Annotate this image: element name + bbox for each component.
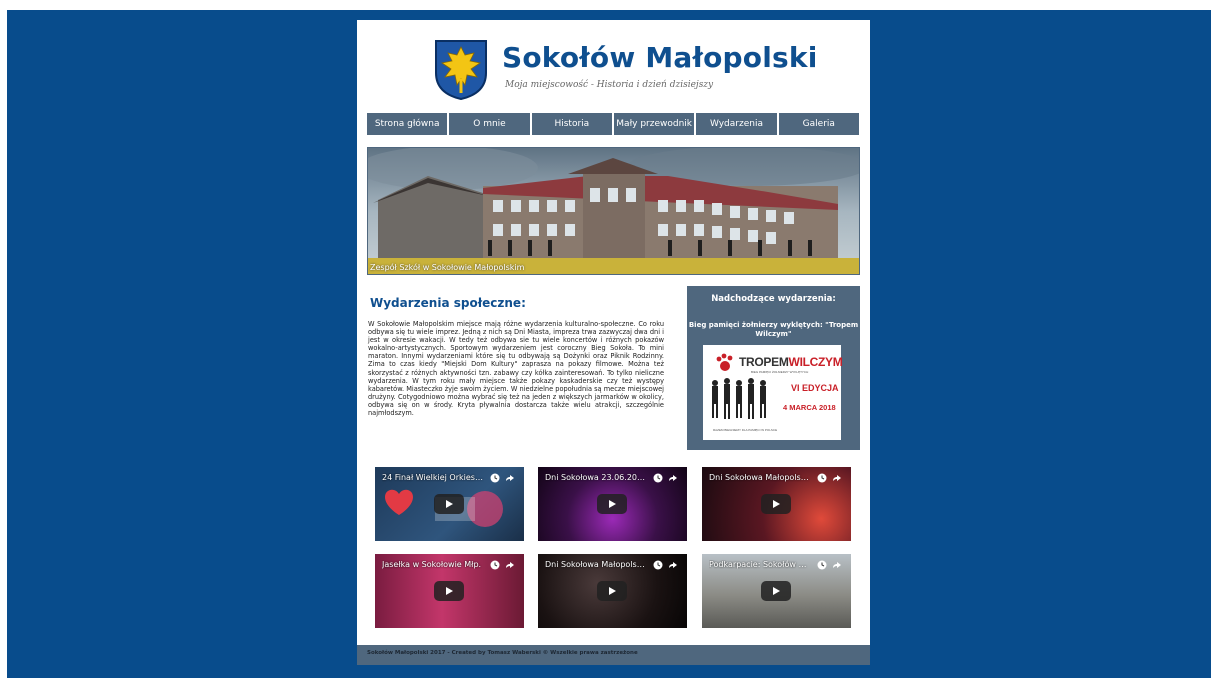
video-thumbnail[interactable]: Dni Sokołowa Małopolskiego [538, 554, 687, 628]
video-title: Dni Sokołowa 23.06.2017 [545, 473, 647, 482]
poster-edition: VI EDYCJA [791, 383, 839, 393]
banner-caption: Zespół Szkół w Sokołowie Małopolskim [370, 263, 525, 272]
video-thumbnail[interactable]: Jasełka w Sokołowie Młp. [375, 554, 524, 628]
video-title: Jasełka w Sokołowie Młp. [382, 560, 482, 569]
video-thumbnail[interactable]: Dni Sokołowa 23.06.2017 [538, 467, 687, 541]
play-icon[interactable] [434, 494, 464, 514]
watch-later-icon[interactable] [653, 473, 663, 483]
watch-later-icon[interactable] [490, 473, 500, 483]
upcoming-events-panel: Nadchodzące wydarzenia: Bieg pamięci żoł… [687, 286, 860, 450]
poster-date: 4 MARCA 2018 [783, 403, 836, 412]
play-icon[interactable] [434, 581, 464, 601]
poster-title: TROPEMWILCZYM [739, 355, 843, 369]
video-thumbnail[interactable]: Podkarpacie: Sokołów Młp. [702, 554, 851, 628]
school-banner-image: Zespół Szkół w Sokołowie Małopolskim [367, 147, 860, 275]
event-poster[interactable]: TROPEMWILCZYM BIEG PAMIĘCI ŻOŁNIERZY WYK… [703, 345, 843, 440]
video-thumbnail[interactable]: 24 Finał Wielkiej Orkiestry Świątecznej … [375, 467, 524, 541]
poster-subtitle: BIEG PAMIĘCI ŻOŁNIERZY WYKLĘTYCH [751, 370, 809, 374]
section-title: Wydarzenia społeczne: [370, 296, 526, 310]
nav-item-maly-przewodnik[interactable]: Mały przewodnik [613, 113, 695, 135]
play-icon[interactable] [761, 581, 791, 601]
site-title: Sokołów Małopolski [502, 41, 818, 74]
poster-footer: RAZEM BIEGNIEMY DLA PAMIĘCI W POLSCE [713, 428, 778, 432]
nav-item-wydarzenia[interactable]: Wydarzenia [696, 113, 777, 135]
nav-item-strona-glowna[interactable]: Strona główna [367, 113, 448, 135]
soldiers-silhouette-icon [712, 378, 766, 419]
watch-later-icon[interactable] [490, 560, 500, 570]
nav-item-historia[interactable]: Historia [531, 113, 612, 135]
coat-of-arms-icon [435, 40, 487, 100]
watch-later-icon[interactable] [817, 560, 827, 570]
nav-item-galeria[interactable]: Galeria [778, 113, 859, 135]
main-navigation: Strona główna O mnie Historia Mały przew… [367, 113, 859, 135]
article-text: W Sokołowie Małopolskim miejsce mają róż… [368, 320, 664, 418]
events-title: Nadchodzące wydarzenia: [711, 294, 836, 304]
event-name: Bieg pamięci żołnierzy wyklętych: "Trope… [688, 321, 859, 338]
nav-item-o-mnie[interactable]: O mnie [449, 113, 530, 135]
play-icon[interactable] [597, 494, 627, 514]
share-icon[interactable] [668, 473, 678, 483]
share-icon[interactable] [832, 560, 842, 570]
site-subtitle: Moja miejscowość - Historia i dzień dzis… [505, 80, 714, 90]
video-thumbnail[interactable]: Dni Sokołowa Małopolskiego [702, 467, 851, 541]
site-header: Sokołów Małopolski Moja miejscowość - Hi… [357, 20, 870, 115]
share-icon[interactable] [832, 473, 842, 483]
share-icon[interactable] [505, 473, 515, 483]
watch-later-icon[interactable] [653, 560, 663, 570]
watch-later-icon[interactable] [817, 473, 827, 483]
video-title: Dni Sokołowa Małopolskiego [709, 473, 811, 482]
video-title: Podkarpacie: Sokołów Młp. [709, 560, 811, 569]
play-icon[interactable] [761, 494, 791, 514]
footer-text: Sokołów Małopolski 2017 - Created by Tom… [367, 650, 638, 656]
share-icon[interactable] [668, 560, 678, 570]
wolf-paw-icon [716, 353, 733, 371]
play-icon[interactable] [597, 581, 627, 601]
video-title: Dni Sokołowa Małopolskiego [545, 560, 647, 569]
share-icon[interactable] [505, 560, 515, 570]
video-title: 24 Finał Wielkiej Orkiestry Świątecznej … [382, 473, 484, 482]
school-building-photo [368, 148, 859, 274]
site-footer: Sokołów Małopolski 2017 - Created by Tom… [357, 645, 870, 665]
page-container: Sokołów Małopolski Moja miejscowość - Hi… [357, 20, 870, 665]
